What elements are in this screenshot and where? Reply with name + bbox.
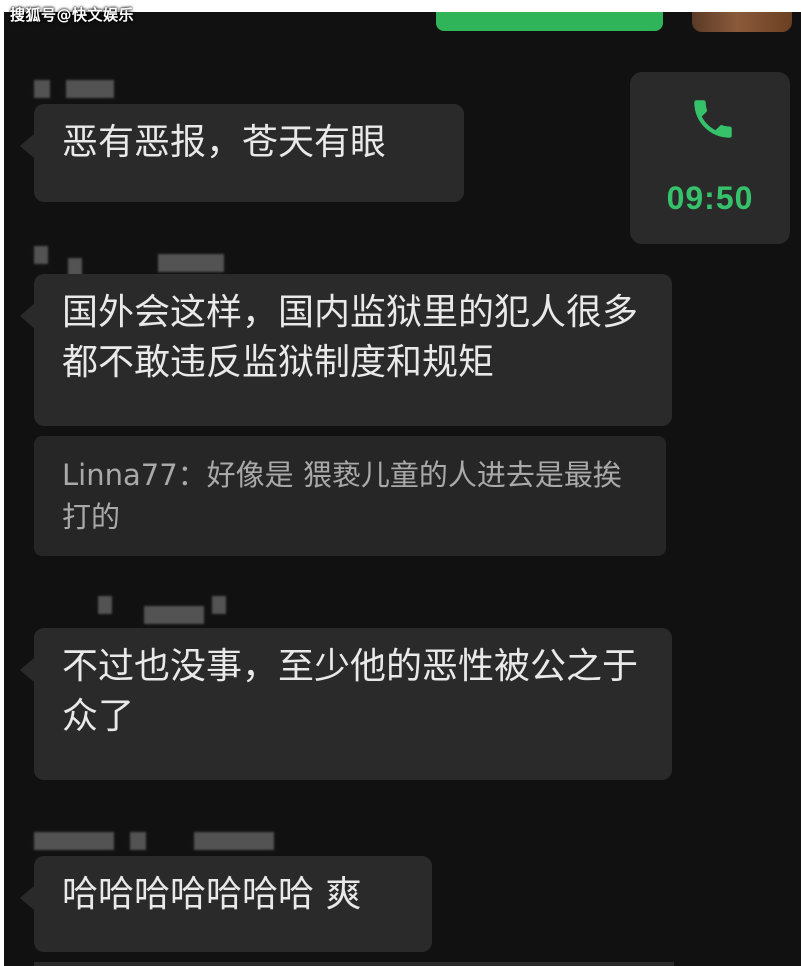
- avatar[interactable]: [692, 12, 792, 32]
- message-text: 国外会这样，国内监狱里的犯人很多都不敢违反监狱制度和规矩: [62, 292, 639, 383]
- sender-name-blurred: [34, 246, 234, 276]
- watermark-text: 搜狐号@快文娱乐: [10, 6, 135, 24]
- green-bubble-edge: [436, 12, 663, 31]
- sender-name-blurred: [34, 596, 234, 624]
- message-bubble[interactable]: 恶有恶报，苍天有眼: [20, 104, 464, 202]
- message-text: 不过也没事，至少他的恶性被公之于众了: [62, 646, 639, 737]
- next-bubble-edge: [34, 962, 674, 966]
- call-duration: 09:50: [666, 180, 754, 216]
- quoted-message[interactable]: Linna77：好像是 猥亵儿童的人进去是最挨打的: [34, 436, 666, 556]
- message-bubble[interactable]: 国外会这样，国内监狱里的犯人很多都不敢违反监狱制度和规矩: [20, 274, 672, 426]
- voice-call-record[interactable]: 09:50: [630, 72, 790, 244]
- sender-name-blurred: [34, 80, 124, 98]
- sender-name-blurred: [34, 832, 284, 850]
- message-text: 恶有恶报，苍天有眼: [62, 122, 387, 163]
- chat-screen: 恶有恶报，苍天有眼 09:50 国外会这样，国内监狱里的犯人很多都不敢违反监狱制…: [4, 12, 801, 966]
- phone-icon: [694, 100, 732, 138]
- message-text: 哈哈哈哈哈哈哈 爽: [62, 874, 362, 915]
- message-bubble[interactable]: 哈哈哈哈哈哈哈 爽: [20, 856, 432, 952]
- message-bubble[interactable]: 不过也没事，至少他的恶性被公之于众了: [20, 628, 672, 780]
- quoted-text: Linna77：好像是 猥亵儿童的人进去是最挨打的: [62, 458, 622, 534]
